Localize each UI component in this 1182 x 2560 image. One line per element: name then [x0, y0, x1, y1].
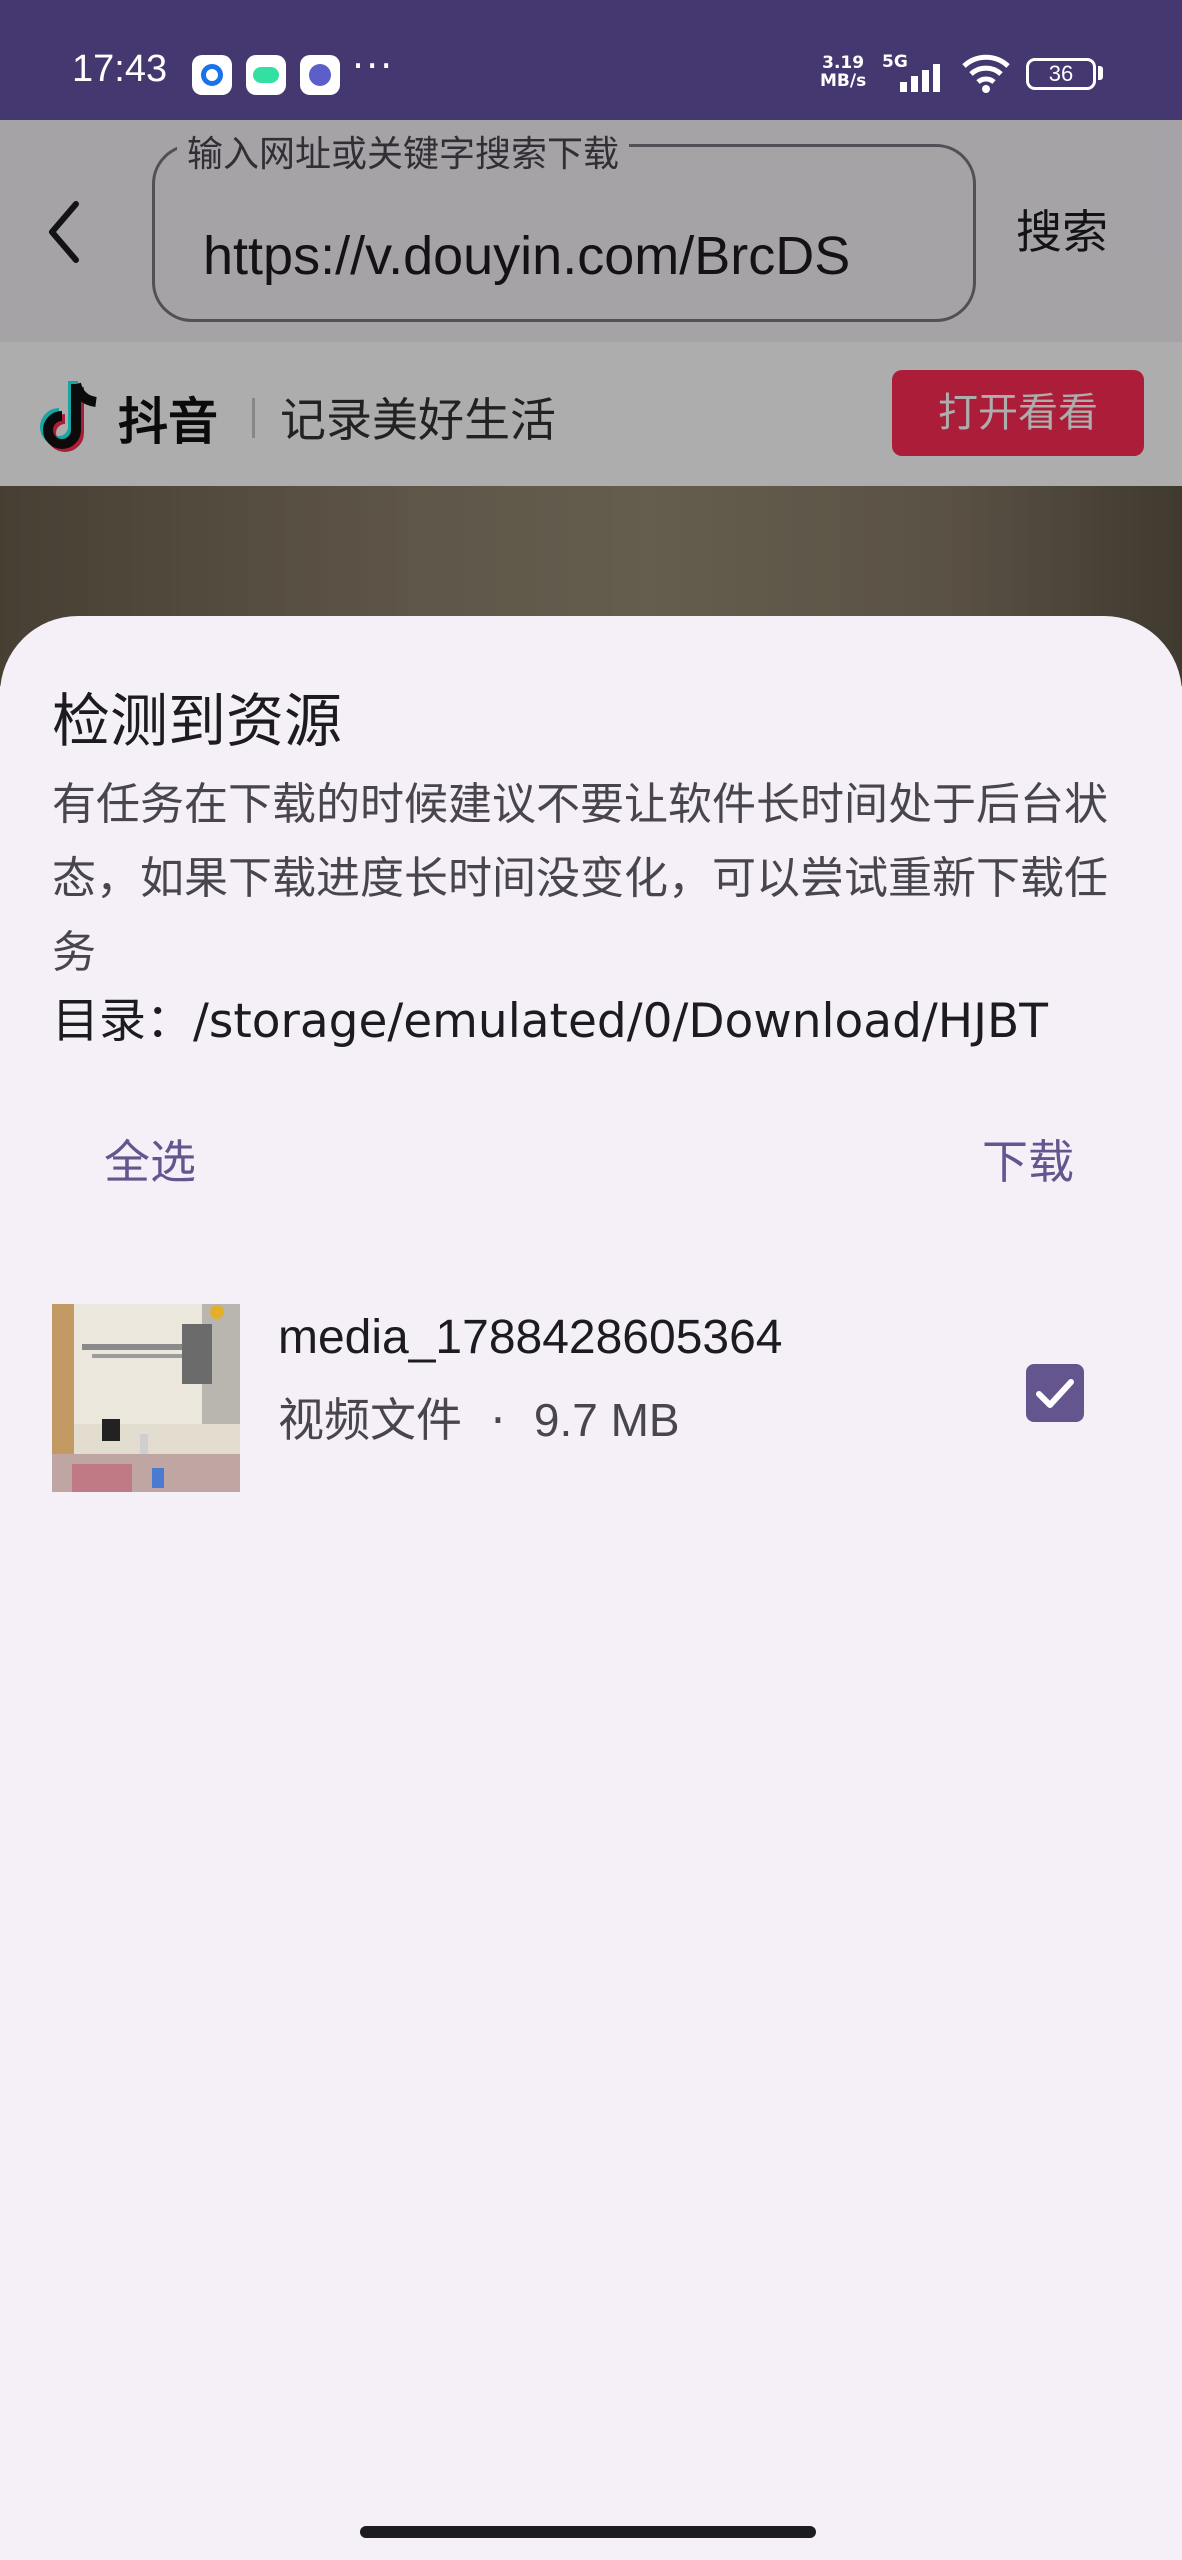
network-speed: 3.19 MB/s [820, 53, 867, 91]
wifi-icon [962, 54, 1010, 93]
file-type: 视频文件 [278, 1393, 462, 1447]
meta-app-icon [300, 55, 340, 95]
directory-label: 目录： [52, 994, 193, 1049]
file-meta: 视频文件 · 9.7 MB [278, 1384, 680, 1450]
file-name: media_1788428605364 [278, 1311, 783, 1364]
status-bar: 17:43 ··· 3.19 MB/s 5G 36 [0, 0, 1182, 120]
thumbnail-image [52, 1304, 240, 1492]
select-all-button[interactable]: 全选 [104, 1126, 196, 1192]
download-directory: 目录：/storage/emulated/0/Download/HJBT [52, 982, 1048, 1051]
download-button[interactable]: 下载 [982, 1126, 1074, 1192]
directory-path: /storage/emulated/0/Download/HJBT [193, 994, 1048, 1049]
status-time: 17:43 [72, 48, 168, 90]
sheet-description: 有任务在下载的时候建议不要让软件长时间处于后台状态，如果下载进度长时间没变化，可… [52, 779, 1108, 978]
circle-app-icon [192, 55, 232, 95]
tripadvisor-icon [246, 55, 286, 95]
meta-separator: · [490, 1393, 506, 1447]
signal-icon [900, 64, 940, 92]
video-thumbnail [52, 1304, 240, 1492]
battery-tip [1098, 66, 1103, 80]
more-notifications-icon: ··· [352, 44, 395, 88]
sheet-title: 检测到资源 [52, 687, 343, 755]
battery-icon: 36 [1026, 58, 1096, 90]
list-item[interactable]: media_1788428605364 视频文件 · 9.7 MB [52, 1304, 1142, 1494]
checkmark-icon [1036, 1379, 1074, 1408]
modal-scrim[interactable] [0, 120, 1182, 686]
resource-bottom-sheet: 检测到资源 有任务在下载的时候建议不要让软件长时间处于后台状态，如果下载进度长时… [0, 616, 1182, 2560]
file-size: 9.7 MB [533, 1394, 680, 1446]
home-indicator[interactable] [360, 2526, 816, 2538]
item-checkbox[interactable] [1026, 1364, 1084, 1422]
